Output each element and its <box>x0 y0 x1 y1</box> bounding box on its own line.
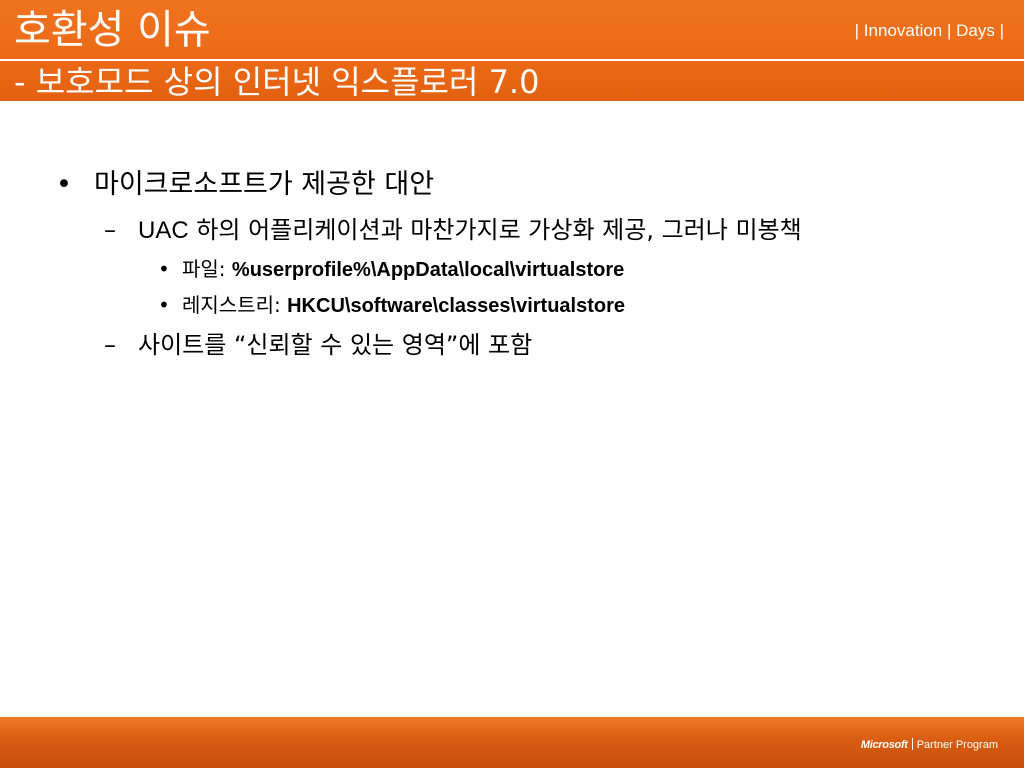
bullet-text: UAC 하의 어플리케이션과 마찬가지로 가상화 제공, 그러나 미봉책 <box>138 215 802 246</box>
partner-program-text: Partner Program <box>916 739 998 751</box>
innovation-days-logo: | Innovation | Days | <box>854 21 1004 40</box>
footer-bar: Microsoft Partner Program <box>0 717 1024 768</box>
registry-path: HKCU\software\classes\virtualstore <box>287 295 626 317</box>
bullet-text: 사이트를 “신뢰할 수 있는 영역”에 포함 <box>138 331 533 359</box>
bullet-marker: • <box>56 169 72 200</box>
header-divider <box>0 59 1024 61</box>
microsoft-partner-program-logo: Microsoft Partner Program <box>861 738 998 752</box>
bullet-text: 마이크로소프트가 제공한 대안 <box>94 169 435 200</box>
microsoft-wordmark: Microsoft <box>860 739 908 751</box>
registry-label: 레지스트리: <box>182 293 288 317</box>
header-bar: 호환성 이슈 | Innovation | Days | - 보호모드 상의 인… <box>0 0 1024 101</box>
uac-text: UAC <box>138 217 189 244</box>
bullet-text: 파일: %userprofile%\AppData\local\virtuals… <box>182 256 624 283</box>
slide-title: 호환성 이슈 <box>14 7 211 53</box>
slide: 호환성 이슈 | Innovation | Days | - 보호모드 상의 인… <box>0 0 1024 768</box>
logo-separator <box>911 738 913 750</box>
file-label: 파일: <box>182 257 232 281</box>
bullet-marker: • <box>158 293 170 317</box>
dash-marker: – <box>104 216 116 244</box>
file-path: %userprofile%\AppData\local\virtualstore <box>231 259 625 281</box>
bullet-text: 레지스트리: HKCU\software\classes\virtualstor… <box>182 292 625 319</box>
slide-subtitle: - 보호모드 상의 인터넷 익스플로러 7.0 <box>14 63 540 101</box>
bullet-marker: • <box>158 257 170 281</box>
virtualization-text: 하의 어플리케이션과 마찬가지로 가상화 제공, 그러나 미봉책 <box>188 216 802 244</box>
dash-marker: – <box>104 331 116 359</box>
